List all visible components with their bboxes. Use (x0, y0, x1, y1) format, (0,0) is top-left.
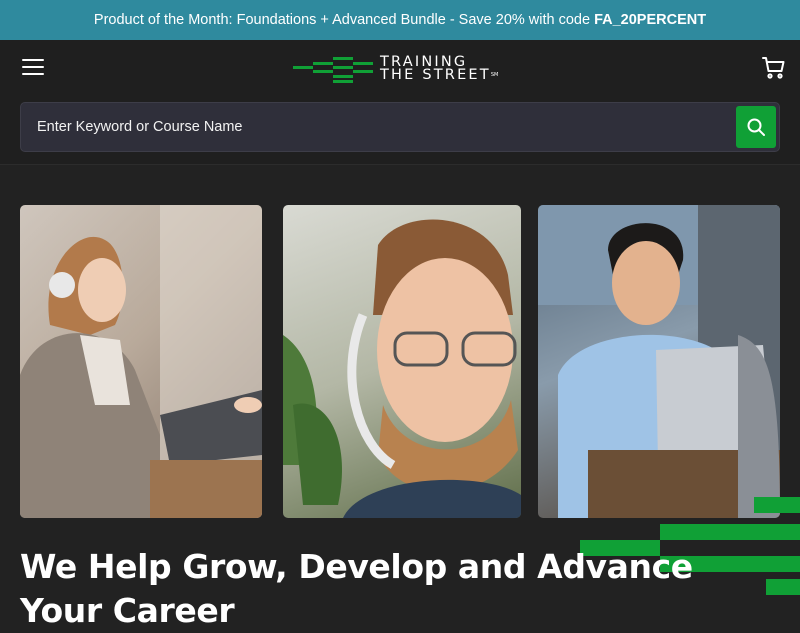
search-bar (20, 102, 780, 152)
search-input[interactable] (21, 103, 733, 151)
hero-photo-man-laptop (538, 205, 780, 518)
logo-mark (293, 57, 373, 83)
logo-trademark: SM (490, 72, 499, 78)
cart-icon[interactable] (762, 56, 786, 80)
hero-photo-man-headset (283, 205, 521, 518)
hero-photo-woman-headset (20, 205, 262, 518)
logo-wordmark: TRAINING THE STREETSM (380, 55, 499, 83)
search-icon (747, 118, 765, 136)
hero-title: We Help Grow, Develop and Advance Your C… (20, 547, 693, 630)
promo-text: Product of the Month: Foundations + Adva… (93, 12, 591, 28)
site-header: TRAINING THE STREETSM (0, 40, 800, 165)
promo-code: FA_20PERCENT (594, 12, 707, 28)
promo-banner[interactable]: Product of the Month: Foundations + Adva… (0, 0, 800, 40)
menu-icon[interactable] (22, 59, 44, 77)
search-button[interactable] (736, 106, 776, 148)
logo-line-2: THE STREET (380, 67, 491, 83)
site-logo[interactable]: TRAINING THE STREETSM (293, 55, 513, 85)
